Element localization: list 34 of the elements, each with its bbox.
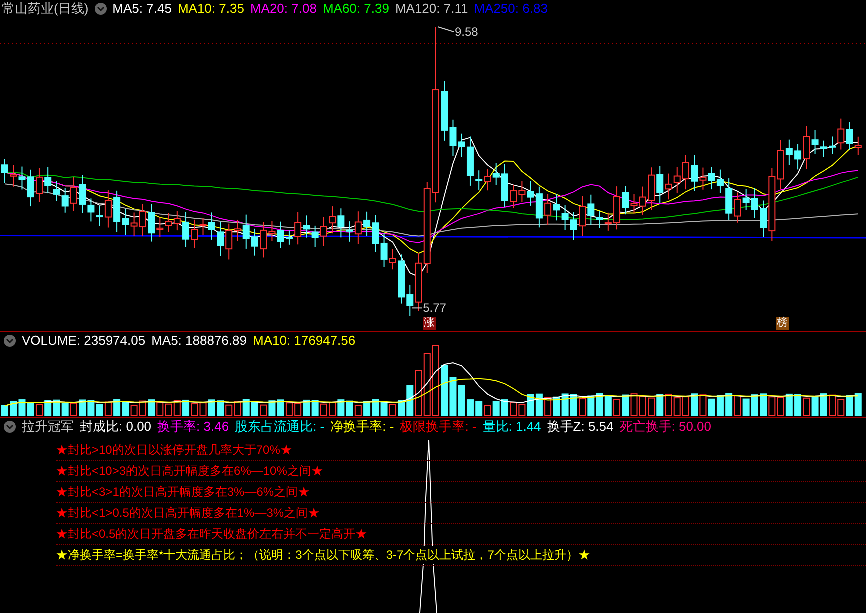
marker-badge: 涨	[423, 317, 436, 330]
indicator-reading: 股东占流通比: -	[235, 418, 325, 436]
indicator-reading: 封成比: 0.00	[80, 418, 152, 436]
indicator-reading: 死亡换手: 50.00	[620, 418, 712, 436]
dropdown-icon[interactable]	[94, 3, 107, 15]
indicator-reading: MA60: 7.39	[322, 0, 390, 18]
indicator-reading: MA5: 7.45	[112, 0, 172, 18]
indicator-reading: 换手率: 3.46	[158, 418, 230, 436]
leader-line	[438, 26, 454, 32]
indicator-reading: 量比: 1.44	[482, 418, 542, 436]
indicator-reading: 换手Z: 5.54	[547, 418, 614, 436]
indicator-reading: 极限换手率: -	[400, 418, 477, 436]
note-text: ★封比<1>0.5的次日高开幅度多在1%—3%之间★	[56, 504, 320, 522]
leader-line	[412, 308, 423, 309]
indicator-reading: MA10: 7.35	[178, 0, 244, 18]
indicator-reading: MA250: 6.83	[474, 0, 548, 18]
marker-badge: 榜	[776, 317, 789, 330]
note-text: ★净换手率=换手率*十大流通占比；（说明：3个点以下吸筹、3-7个点以上试拉，7个点以上拉升）★	[56, 546, 590, 564]
chart-title: 常山药业(日线)	[2, 0, 89, 18]
indicator-reading: 净换手率: -	[330, 418, 394, 436]
indicator-title: 拉升冠军	[22, 418, 74, 436]
dropdown-icon[interactable]	[4, 421, 16, 433]
indicator-reading: MA120: 7.11	[395, 0, 468, 18]
dropdown-icon[interactable]	[4, 335, 16, 347]
note-text: ★封比<0.5的次日开盘多在昨天收盘价左右并不一定高开★	[56, 525, 368, 543]
low-price-label: 5.77	[423, 302, 446, 314]
high-price-label: 9.58	[455, 26, 478, 38]
note-text: ★封比>10的次日以涨停开盘几率大于70%★	[56, 441, 292, 459]
note-text: ★封比<10>3的次日高开幅度多在6%—10%之间★	[56, 462, 324, 480]
note-text: ★封比<3>1的次日高开幅度多在3%—6%之间★	[56, 483, 310, 501]
indicator-reading: MA10: 176947.56	[252, 332, 356, 350]
indicator-reading: VOLUME: 235974.05	[22, 332, 146, 350]
indicator-reading: MA5: 188876.89	[152, 332, 247, 350]
indicator-reading: MA20: 7.08	[250, 0, 317, 18]
